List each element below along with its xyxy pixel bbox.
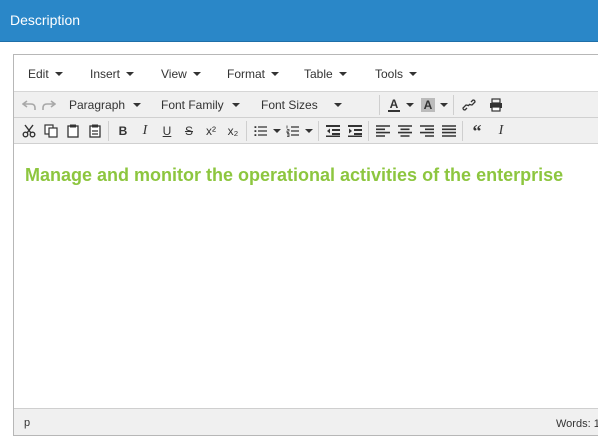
strikethrough-button[interactable]: S xyxy=(180,121,198,141)
menu-format-label: Format xyxy=(227,67,266,81)
chevron-down-icon xyxy=(271,72,280,76)
menu-tools[interactable]: Tools xyxy=(375,67,418,81)
redo-button[interactable] xyxy=(40,95,58,115)
panel-body: Edit Insert View Format Table Tools Para… xyxy=(0,42,598,443)
menu-tools-label: Tools xyxy=(375,67,404,81)
content-paragraph[interactable]: Manage and monitor the operational activ… xyxy=(25,162,595,188)
align-center-button[interactable] xyxy=(396,121,414,141)
background-color-icon: A xyxy=(420,98,436,112)
paste-button[interactable] xyxy=(64,121,82,141)
link-icon xyxy=(462,99,476,111)
block-format-select[interactable]: Paragraph xyxy=(69,95,142,115)
chevron-down-icon xyxy=(231,103,240,107)
bullet-list-dropdown[interactable] xyxy=(272,121,282,141)
toolbar-divider xyxy=(108,121,109,141)
chevron-down-icon xyxy=(133,103,142,107)
toolbar-divider xyxy=(453,95,454,115)
underline-button[interactable]: U xyxy=(158,121,176,141)
chevron-down-icon xyxy=(440,103,448,107)
font-size-value: Font Sizes xyxy=(261,98,318,112)
cut-button[interactable] xyxy=(20,121,38,141)
chevron-down-icon xyxy=(192,72,201,76)
text-color-button[interactable]: A xyxy=(385,95,403,115)
chevron-down-icon xyxy=(305,129,313,133)
align-center-icon xyxy=(398,125,412,137)
panel-title: Description xyxy=(10,12,81,28)
print-icon xyxy=(490,98,502,112)
align-left-button[interactable] xyxy=(374,121,392,141)
indent-icon xyxy=(348,125,362,137)
numbered-list-dropdown[interactable] xyxy=(304,121,314,141)
text-color-dropdown[interactable] xyxy=(405,95,415,115)
paste-text-button[interactable] xyxy=(86,121,104,141)
editor-toolbar-row-1: Paragraph Font Family Font Sizes A A xyxy=(14,92,598,118)
menu-format[interactable]: Format xyxy=(227,67,280,81)
redo-icon xyxy=(42,100,56,110)
toolbar-divider xyxy=(379,95,380,115)
toolbar-divider xyxy=(246,121,247,141)
block-format-value: Paragraph xyxy=(69,98,126,112)
text-color-swatch xyxy=(388,110,400,112)
indent-button[interactable] xyxy=(346,121,364,141)
numbered-list-button[interactable] xyxy=(284,121,302,141)
align-right-icon xyxy=(420,125,434,137)
numbered-list-icon xyxy=(286,125,299,137)
menu-table-label: Table xyxy=(304,67,333,81)
panel-header: Description xyxy=(0,0,598,42)
editor-statusbar: p Words: 10 xyxy=(14,408,598,435)
chevron-down-icon xyxy=(54,72,63,76)
menu-view[interactable]: View xyxy=(161,67,201,81)
font-size-select[interactable]: Font Sizes xyxy=(261,95,342,115)
font-family-select[interactable]: Font Family xyxy=(161,95,240,115)
menu-table[interactable]: Table xyxy=(304,67,347,81)
menu-edit[interactable]: Edit xyxy=(28,67,63,81)
background-color-button[interactable]: A xyxy=(419,95,437,115)
editor-content-area[interactable]: Manage and monitor the operational activ… xyxy=(14,144,598,408)
background-color-dropdown[interactable] xyxy=(439,95,449,115)
chevron-down-icon xyxy=(406,103,414,107)
superscript-button[interactable]: x² xyxy=(202,121,220,141)
bullet-list-button[interactable] xyxy=(252,121,270,141)
outdent-button[interactable] xyxy=(324,121,342,141)
chevron-down-icon xyxy=(338,72,347,76)
paste-icon xyxy=(67,124,79,138)
outdent-icon xyxy=(326,125,340,137)
bold-button[interactable]: B xyxy=(114,121,132,141)
font-family-value: Font Family xyxy=(161,98,224,112)
toolbar-divider xyxy=(462,121,463,141)
toolbar-divider xyxy=(318,121,319,141)
rich-text-editor: Edit Insert View Format Table Tools Para… xyxy=(13,54,598,436)
scissors-icon xyxy=(22,124,36,138)
chevron-down-icon xyxy=(273,129,281,133)
blockquote-button[interactable]: “ xyxy=(468,121,486,141)
menu-view-label: View xyxy=(161,67,187,81)
clear-formatting-button[interactable]: I xyxy=(492,121,510,141)
editor-menubar: Edit Insert View Format Table Tools xyxy=(14,55,598,92)
chevron-down-icon xyxy=(333,103,342,107)
print-button[interactable] xyxy=(486,95,506,115)
align-right-button[interactable] xyxy=(418,121,436,141)
menu-insert[interactable]: Insert xyxy=(90,67,135,81)
menu-edit-label: Edit xyxy=(28,67,49,81)
word-count: Words: 10 xyxy=(556,418,598,430)
toolbar-divider xyxy=(368,121,369,141)
align-left-icon xyxy=(376,125,390,137)
insert-link-button[interactable] xyxy=(459,95,479,115)
menu-insert-label: Insert xyxy=(90,67,121,81)
editor-toolbar-row-2: B I U S x² x₂ “ I xyxy=(14,118,598,144)
paste-text-icon xyxy=(89,124,101,138)
italic-button[interactable]: I xyxy=(136,121,154,141)
copy-button[interactable] xyxy=(42,121,60,141)
chevron-down-icon xyxy=(409,72,418,76)
element-path[interactable]: p xyxy=(24,417,30,429)
undo-button[interactable] xyxy=(20,95,38,115)
undo-icon xyxy=(22,100,36,110)
text-color-icon: A xyxy=(389,97,399,111)
copy-icon xyxy=(44,124,58,138)
align-justify-button[interactable] xyxy=(440,121,458,141)
bullet-list-icon xyxy=(254,126,267,136)
align-justify-icon xyxy=(442,125,456,137)
subscript-button[interactable]: x₂ xyxy=(224,121,242,141)
chevron-down-icon xyxy=(126,72,135,76)
